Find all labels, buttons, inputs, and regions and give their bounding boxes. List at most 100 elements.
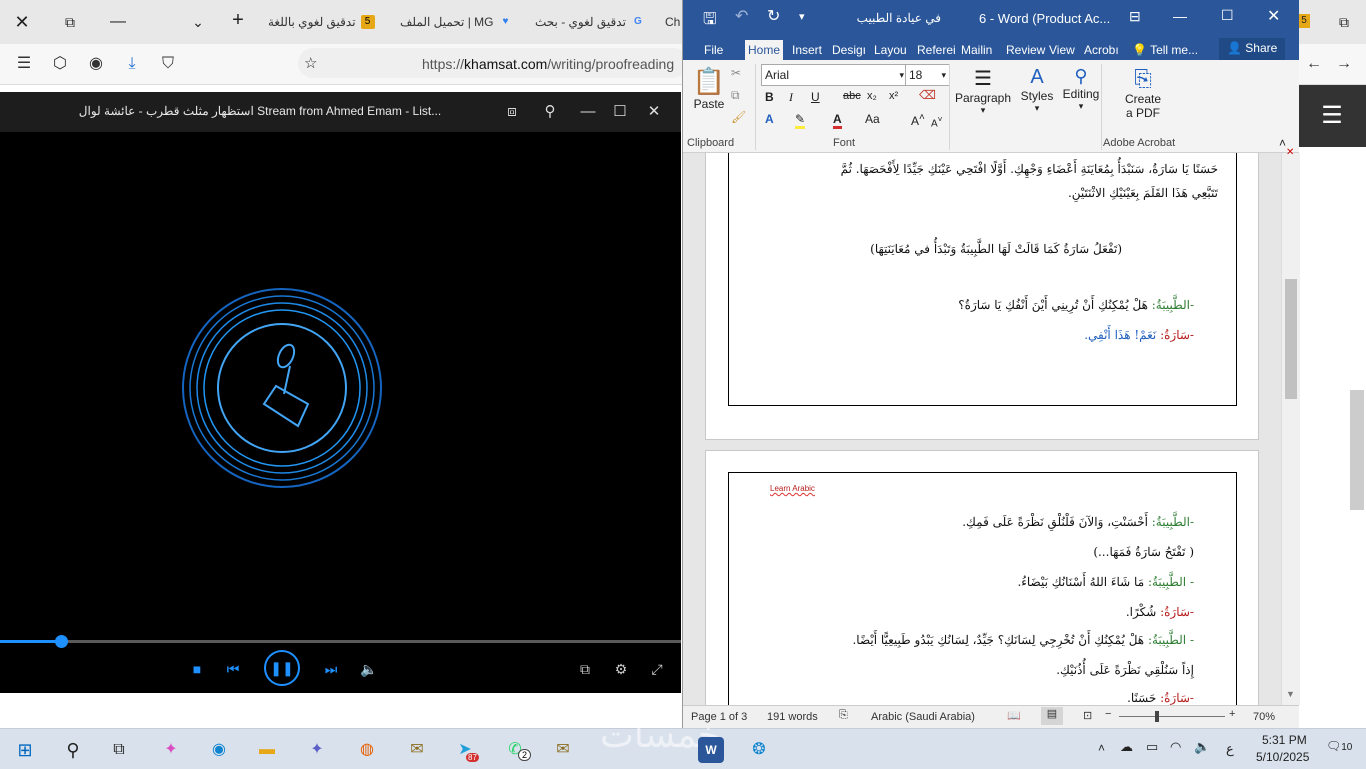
settings-icon[interactable]: ⚙: [610, 658, 632, 680]
page-scrollbar-thumb[interactable]: [1350, 390, 1364, 510]
tab-home[interactable]: Home: [745, 40, 784, 60]
change-case-icon[interactable]: Aa: [865, 112, 880, 126]
pin-icon[interactable]: ⚲: [540, 102, 560, 122]
close-icon[interactable]: ✕: [1267, 6, 1280, 26]
new-tab-icon[interactable]: +: [228, 10, 248, 30]
zoom-slider-thumb[interactable]: [1155, 711, 1159, 722]
collapse-ribbon-icon[interactable]: ˄: [1279, 136, 1286, 150]
shield-icon[interactable]: ⛉: [158, 54, 178, 74]
task-view-icon[interactable]: ⧉: [106, 737, 132, 763]
volume-icon[interactable]: 🔈: [358, 658, 380, 680]
miniplayer-icon[interactable]: ⧉: [574, 658, 596, 680]
tab-design[interactable]: Desigı: [829, 40, 869, 60]
close-window-icon[interactable]: ✕: [12, 12, 32, 32]
share-button[interactable]: 👤 Share: [1219, 38, 1286, 60]
extensions-icon[interactable]: ⬡: [50, 54, 70, 74]
scroll-down-icon[interactable]: ▼: [1286, 689, 1295, 699]
input-language[interactable]: ع: [1226, 741, 1234, 757]
browser-tab[interactable]: تدقيق لغوي - بحث G: [535, 8, 653, 36]
extension-badge[interactable]: 5: [1298, 14, 1310, 28]
highlight-icon[interactable]: ✎: [795, 112, 806, 129]
fullscreen-icon[interactable]: ⤢: [646, 658, 668, 680]
browser-tab[interactable]: تدقيق لغوي باللغة 5: [268, 8, 386, 36]
back-icon[interactable]: →: [1334, 54, 1354, 74]
format-painter-icon[interactable]: 🖌: [731, 110, 746, 124]
close-icon[interactable]: ✕: [644, 102, 664, 122]
download-icon[interactable]: ⤓: [122, 54, 142, 74]
seek-thumb[interactable]: [55, 635, 69, 648]
m365-icon[interactable]: ✦: [304, 737, 330, 763]
tab-review[interactable]: Review: [1003, 40, 1048, 60]
cut-icon[interactable]: ✂: [731, 66, 741, 80]
font-size-select[interactable]: 18 ▾: [905, 64, 950, 86]
menu-icon[interactable]: ☰: [14, 54, 34, 74]
italic-button[interactable]: I: [789, 90, 793, 105]
clock-time[interactable]: 5:31 PM: [1262, 733, 1307, 747]
chevron-up-icon[interactable]: ˄: [1098, 741, 1105, 755]
zoom-out-icon[interactable]: −: [1105, 708, 1111, 720]
undo-icon[interactable]: ↶: [735, 6, 748, 26]
maximize-icon[interactable]: ☐: [1221, 7, 1234, 24]
forward-icon[interactable]: ←: [1304, 54, 1324, 74]
tell-me-box[interactable]: 💡 Tell me...: [1129, 40, 1201, 60]
battery-icon[interactable]: ▭: [1146, 739, 1158, 755]
clear-formatting-icon[interactable]: ⌫: [919, 88, 936, 102]
underline-button[interactable]: U: [811, 90, 820, 104]
firefox-icon[interactable]: ◍: [354, 737, 380, 763]
shrink-font-icon[interactable]: A˅: [931, 114, 943, 129]
edge-icon[interactable]: ◉: [206, 737, 232, 763]
grow-font-icon[interactable]: A˄: [911, 112, 925, 128]
file-explorer-icon[interactable]: ▬: [254, 737, 280, 763]
vertical-scrollbar[interactable]: ✕ ▼: [1281, 147, 1300, 705]
copilot-icon[interactable]: ✦: [158, 737, 184, 763]
volume-icon[interactable]: 🔈: [1194, 739, 1210, 755]
tab-actions-icon[interactable]: ⧉: [60, 12, 80, 32]
tab-file[interactable]: File: [701, 40, 726, 60]
cloud-icon[interactable]: ☁: [1120, 739, 1133, 755]
tab-insert[interactable]: Insert: [789, 40, 825, 60]
tab-mailings[interactable]: Mailin: [958, 40, 995, 60]
print-layout-icon[interactable]: ▤: [1041, 707, 1063, 725]
superscript-button[interactable]: x²: [889, 90, 898, 102]
bold-button[interactable]: B: [765, 90, 774, 104]
close-icon[interactable]: ✕: [1286, 147, 1294, 158]
windows-start-icon[interactable]: ⊞: [12, 737, 38, 763]
editing-button[interactable]: ⚲ Editing ▾: [1059, 66, 1103, 112]
web-layout-icon[interactable]: ⊡: [1083, 709, 1092, 722]
word-count[interactable]: 191 words: [767, 711, 818, 723]
zoom-level[interactable]: 70%: [1253, 711, 1275, 723]
redo-icon[interactable]: ↻: [767, 6, 780, 26]
app-icon[interactable]: ✉: [550, 737, 576, 763]
document-area[interactable]: حَسَنًا يَا سَارَةُ، سَنَبْدَأُ بِمُعَاي…: [683, 153, 1281, 705]
tab-acrobat[interactable]: Acrobı: [1081, 40, 1122, 60]
media-player-icon[interactable]: ❂: [746, 737, 772, 763]
app-icon[interactable]: ✉: [404, 737, 430, 763]
seek-bar[interactable]: [0, 635, 681, 648]
search-icon[interactable]: ⚲: [60, 737, 86, 763]
cast-icon[interactable]: ⧈: [502, 102, 522, 122]
zoom-in-icon[interactable]: +: [1229, 708, 1235, 720]
tab-list-chevron-icon[interactable]: ⌄: [188, 12, 208, 32]
tab-view[interactable]: View: [1046, 40, 1078, 60]
copy-icon[interactable]: ⧉: [731, 88, 740, 103]
copy-icon[interactable]: ⧉: [1334, 12, 1354, 32]
word-icon[interactable]: W: [698, 737, 724, 763]
profile-icon[interactable]: ◉: [86, 54, 106, 74]
tab-references[interactable]: Referei: [914, 40, 959, 60]
next-icon[interactable]: ⏭: [320, 658, 342, 680]
hamburger-menu-icon[interactable]: ☰: [1298, 85, 1366, 147]
font-color-icon[interactable]: A: [833, 112, 842, 129]
font-name-select[interactable]: Arial ▾: [761, 64, 908, 86]
subscript-button[interactable]: x₂: [867, 90, 877, 102]
maximize-icon[interactable]: ☐: [610, 102, 630, 122]
ribbon-display-icon[interactable]: ⊟: [1129, 8, 1141, 25]
customize-qat-icon[interactable]: ▾: [799, 10, 805, 23]
minimize-icon[interactable]: —: [108, 12, 128, 32]
minimize-icon[interactable]: —: [1173, 8, 1187, 24]
paste-button[interactable]: 📋 Paste: [691, 66, 727, 111]
language-indicator[interactable]: Arabic (Saudi Arabia): [871, 711, 975, 723]
wifi-icon[interactable]: ◠: [1170, 739, 1181, 755]
zoom-slider[interactable]: [1119, 711, 1225, 722]
strikethrough-button[interactable]: abc: [843, 90, 861, 102]
read-mode-icon[interactable]: 📖: [1007, 709, 1021, 722]
